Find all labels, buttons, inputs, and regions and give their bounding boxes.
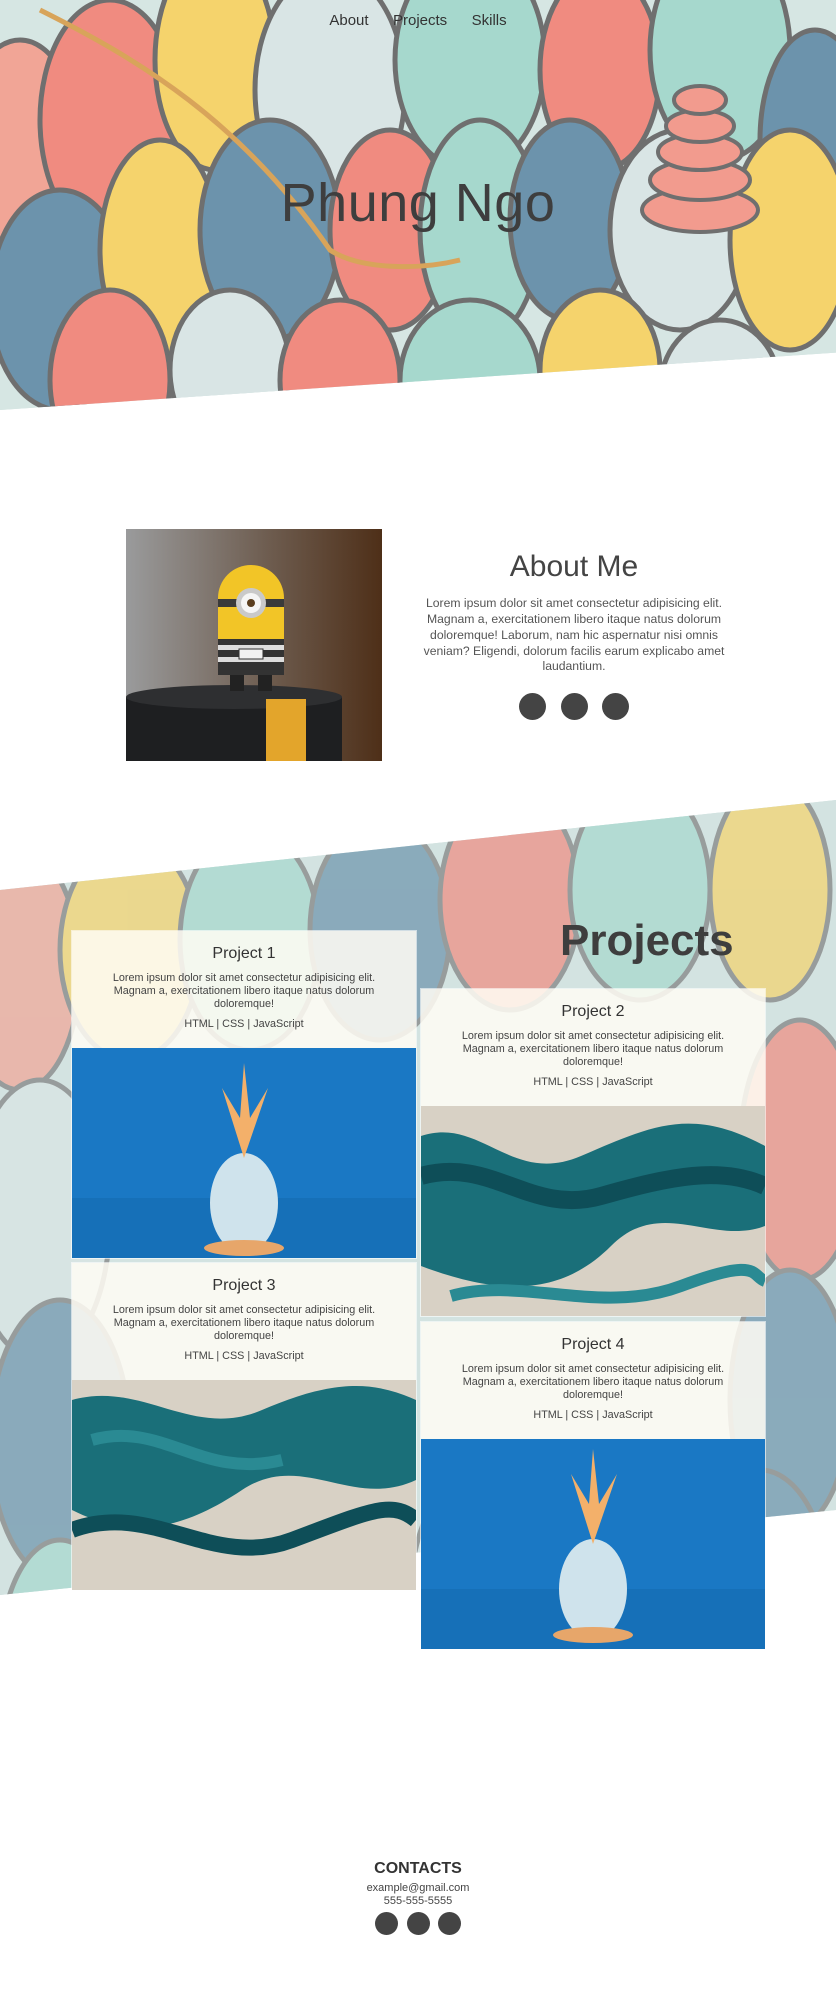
social-link-2[interactable] (560, 693, 588, 721)
social-link-1[interactable] (375, 1912, 399, 1936)
hero-section: About Projects Skills Phung Ngo (0, 0, 836, 410)
project-title: Project 3 (212, 1277, 276, 1294)
project-card-header: Project 3 Lorem ipsum dolor sit amet con… (72, 1263, 416, 1380)
project-image-pineapple (72, 1048, 416, 1258)
project-card-header: Project 4 Lorem ipsum dolor sit amet con… (421, 1322, 765, 1439)
project-card-1[interactable]: Project 1 Lorem ipsum dolor sit amet con… (71, 930, 417, 1259)
project-description: Lorem ipsum dolor sit amet consectetur a… (461, 1363, 725, 1402)
social-link-1[interactable] (519, 693, 547, 721)
social-link-3[interactable] (601, 693, 629, 721)
project-card-header: Project 2 Lorem ipsum dolor sit amet con… (421, 989, 765, 1106)
project-card-4[interactable]: Project 4 Lorem ipsum dolor sit amet con… (420, 1321, 766, 1650)
contacts-section: CONTACTS example@gmail.com 555-555-5555 (0, 1860, 836, 1940)
hero-title: Phung Ngo (280, 173, 556, 233)
about-heading: About Me (509, 550, 639, 583)
project-description: Lorem ipsum dolor sit amet consectetur a… (461, 1030, 725, 1069)
project-title: Project 2 (561, 1003, 625, 1020)
project-image-pineapple (421, 1439, 765, 1649)
project-card-3[interactable]: Project 3 Lorem ipsum dolor sit amet con… (71, 1262, 417, 1591)
contacts-heading: CONTACTS (374, 1860, 462, 1877)
project-tech-stack: HTML | CSS | JavaScript (184, 1349, 304, 1362)
project-title: Project 1 (212, 945, 276, 962)
contact-phone[interactable]: 555-555-5555 (0, 1895, 836, 1908)
project-description: Lorem ipsum dolor sit amet consectetur a… (112, 1304, 376, 1343)
projects-heading: Projects (560, 916, 734, 965)
social-link-3[interactable] (437, 1912, 461, 1936)
top-nav: About Projects Skills (0, 12, 836, 30)
project-card-header: Project 1 Lorem ipsum dolor sit amet con… (72, 931, 416, 1048)
project-tech-stack: HTML | CSS | JavaScript (533, 1075, 653, 1088)
project-description: Lorem ipsum dolor sit amet consectetur a… (112, 972, 376, 1011)
project-image-marble (72, 1380, 416, 1590)
contacts-social-links (0, 1912, 836, 1940)
project-image-marble (421, 1106, 765, 1316)
project-tech-stack: HTML | CSS | JavaScript (533, 1408, 653, 1421)
about-section: About Me Lorem ipsum dolor sit amet cons… (418, 550, 730, 725)
contact-email[interactable]: example@gmail.com (0, 1882, 836, 1895)
about-photo (126, 529, 382, 761)
nav-link-projects[interactable]: Projects (393, 12, 447, 29)
nav-link-about[interactable]: About (329, 12, 368, 29)
nav-link-skills[interactable]: Skills (472, 12, 507, 29)
about-description: Lorem ipsum dolor sit amet consectetur a… (423, 596, 725, 674)
project-tech-stack: HTML | CSS | JavaScript (184, 1017, 304, 1030)
about-social-links (418, 693, 730, 725)
project-title: Project 4 (561, 1336, 625, 1353)
social-link-2[interactable] (406, 1912, 430, 1936)
minion-toy-image (126, 529, 382, 761)
project-card-2[interactable]: Project 2 Lorem ipsum dolor sit amet con… (420, 988, 766, 1317)
